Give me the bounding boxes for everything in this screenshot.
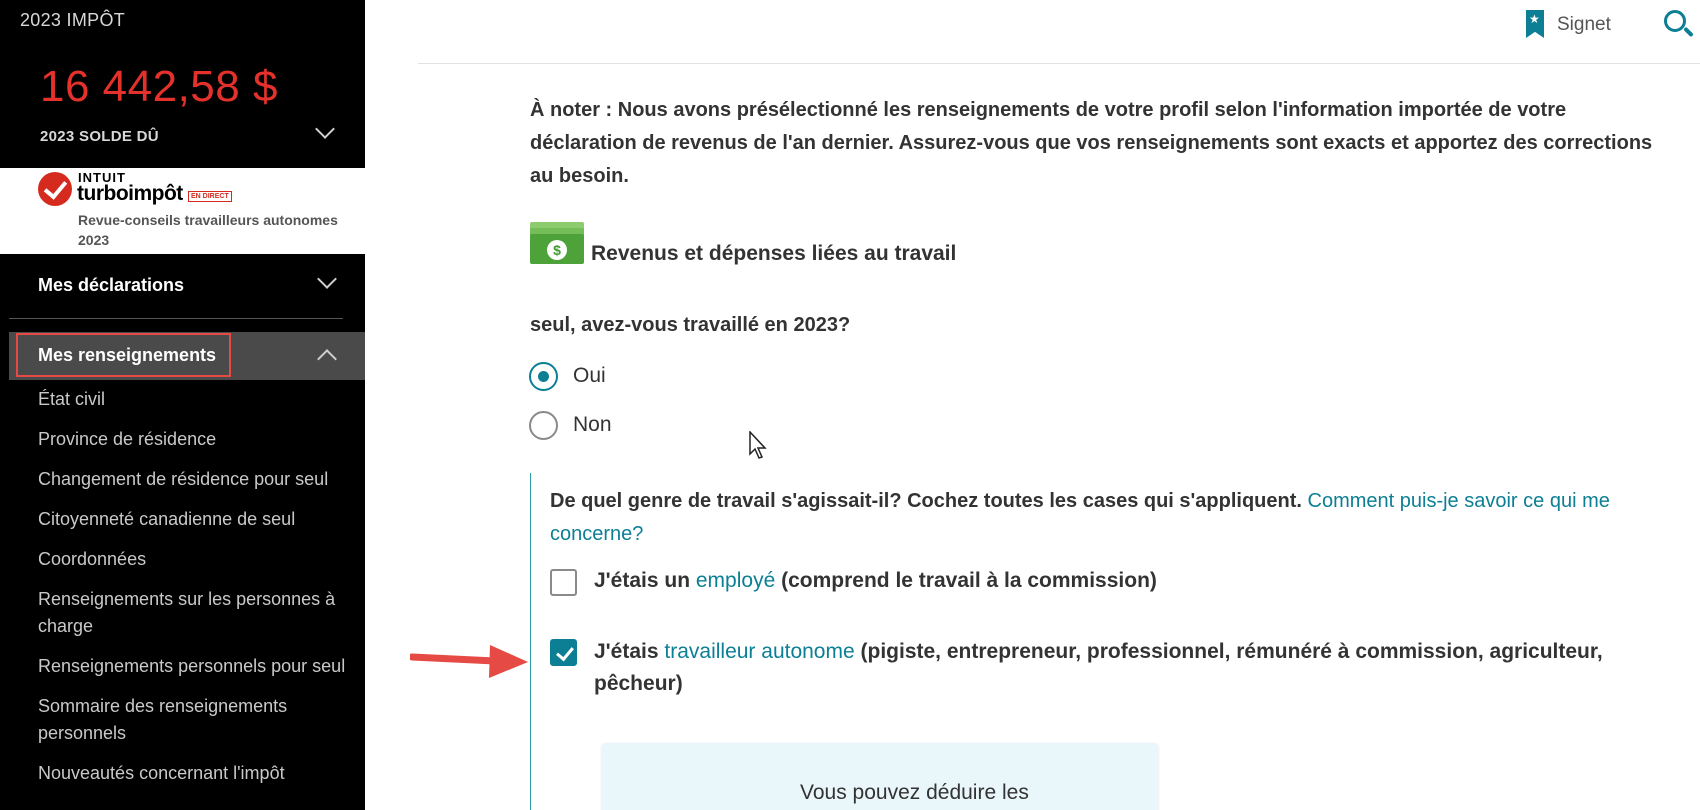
bookmark-icon[interactable] <box>1526 10 1544 38</box>
employe-link[interactable]: employé <box>696 569 775 592</box>
radio-non-label[interactable]: Non <box>573 413 612 437</box>
mouse-cursor-icon <box>749 430 769 461</box>
topbar-divider <box>418 63 1700 64</box>
money-icon: $ <box>530 222 584 264</box>
nav-item-coordonnees[interactable]: Coordonnées <box>38 546 358 573</box>
balance-label: 2023 SOLDE DÛ <box>40 128 159 145</box>
nav-item-nouveautes[interactable]: Nouveautés concernant l'impôt <box>38 760 358 787</box>
work-type-question: De quel genre de travail s'agissait-il? … <box>550 490 1610 545</box>
tax-year-label: 2023 IMPÔT <box>20 10 126 30</box>
sidebar: 2023 IMPÔT 16 442,58 $ 2023 SOLDE DÛ INT… <box>0 0 365 810</box>
nav-mes-renseignements[interactable]: Mes renseignements <box>38 345 216 366</box>
nav-item-renseignements-personnels[interactable]: Renseignements personnels pour seul <box>38 653 358 680</box>
nav-item-citoyennete[interactable]: Citoyenneté canadienne de seul <box>38 506 358 533</box>
checkbox-employe-label[interactable]: J'étais un employé (comprend le travail … <box>594 565 1157 597</box>
search-icon[interactable] <box>1664 10 1686 32</box>
brand-block: INTUIT turboimpôt EN DIRECT Revue-consei… <box>0 168 365 254</box>
travailleur-autonome-link[interactable]: travailleur autonome <box>664 640 854 663</box>
nav-item-province[interactable]: Province de résidence <box>38 426 358 453</box>
turbotax-check-logo-icon <box>38 172 72 206</box>
checkbox-travailleur-autonome-label[interactable]: J'étais travailleur autonome (pigiste, e… <box>594 636 1674 700</box>
bookmark-label[interactable]: Signet <box>1557 14 1611 36</box>
radio-oui-label[interactable]: Oui <box>573 364 606 388</box>
checkbox-employe[interactable] <box>550 569 577 596</box>
worked-question: seul, avez-vous travaillé en 2023? <box>530 314 851 336</box>
nav-item-etat-civil[interactable]: État civil <box>38 386 358 413</box>
radio-oui[interactable] <box>529 362 558 391</box>
live-badge: EN DIRECT <box>188 191 232 202</box>
nav-subitems: État civil Province de résidence Changem… <box>38 386 358 800</box>
nav-divider <box>9 318 343 319</box>
checkbox-travailleur-autonome[interactable] <box>550 639 577 666</box>
product-subtitle: Revue-conseils travailleurs autonomes 20… <box>78 212 338 248</box>
balance-chevron-down-icon[interactable] <box>315 119 335 139</box>
nav-item-changement-residence[interactable]: Changement de résidence pour seul <box>38 466 358 493</box>
followup-panel-border <box>530 473 531 810</box>
radio-non[interactable] <box>529 411 558 440</box>
nav-item-sommaire[interactable]: Sommaire des renseignements personnels <box>38 693 358 747</box>
prefill-note: À noter : Nous avons présélectionné les … <box>530 99 1653 187</box>
declarations-chevron-down-icon[interactable] <box>317 269 337 289</box>
red-arrow-annotation-icon <box>408 640 530 680</box>
section-title: Revenus et dépenses liées au travail <box>591 242 957 265</box>
nav-item-personnes-charge[interactable]: Renseignements sur les personnes à charg… <box>38 586 358 640</box>
info-card-text: Vous pouvez déduire les <box>800 781 1029 804</box>
balance-amount: 16 442,58 $ <box>40 62 278 111</box>
brand-turboimpot: turboimpôt <box>77 182 183 205</box>
nav-mes-declarations[interactable]: Mes déclarations <box>38 275 184 296</box>
